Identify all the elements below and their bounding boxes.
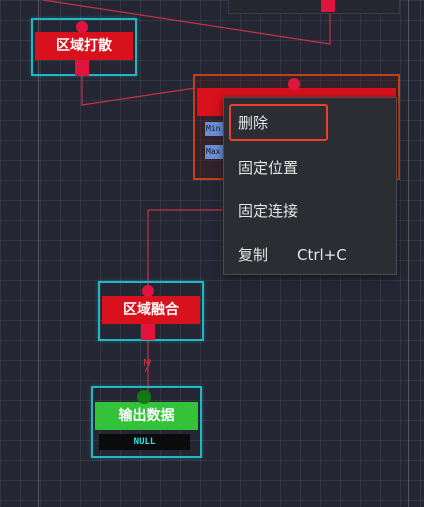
input-port[interactable]	[288, 78, 300, 90]
output-port[interactable]	[321, 0, 335, 12]
menu-item-fix-position[interactable]: 固定位置	[238, 155, 298, 181]
max-field[interactable]: Max	[205, 145, 223, 159]
output-port[interactable]	[75, 60, 89, 76]
output-value: NULL	[99, 434, 190, 450]
menu-item-delete[interactable]: 删除	[238, 110, 268, 136]
context-menu: 删除 固定位置 固定连接 复制 Ctrl+C	[223, 97, 397, 275]
node-title: 区域打散	[35, 32, 133, 60]
guide-line	[408, 0, 409, 507]
guide-line	[38, 0, 39, 507]
top-node-fragment[interactable]	[228, 0, 400, 14]
node-title: 输出数据	[95, 402, 198, 430]
copy-shortcut: Ctrl+C	[297, 246, 347, 264]
input-port[interactable]	[142, 285, 154, 297]
graph-canvas[interactable]: 区域打散 Min Max 删除 固定位置 固定连接 复制 Ctrl+C 区域融合…	[0, 0, 424, 507]
menu-item-copy[interactable]: 复制	[238, 242, 268, 268]
node-title: 区域融合	[102, 296, 200, 324]
output-port[interactable]	[141, 324, 155, 340]
input-port[interactable]	[137, 390, 151, 404]
menu-item-fix-connection[interactable]: 固定连接	[238, 198, 298, 224]
input-port[interactable]	[76, 21, 88, 33]
wire-label: N	[143, 358, 151, 369]
min-field[interactable]: Min	[205, 122, 223, 136]
